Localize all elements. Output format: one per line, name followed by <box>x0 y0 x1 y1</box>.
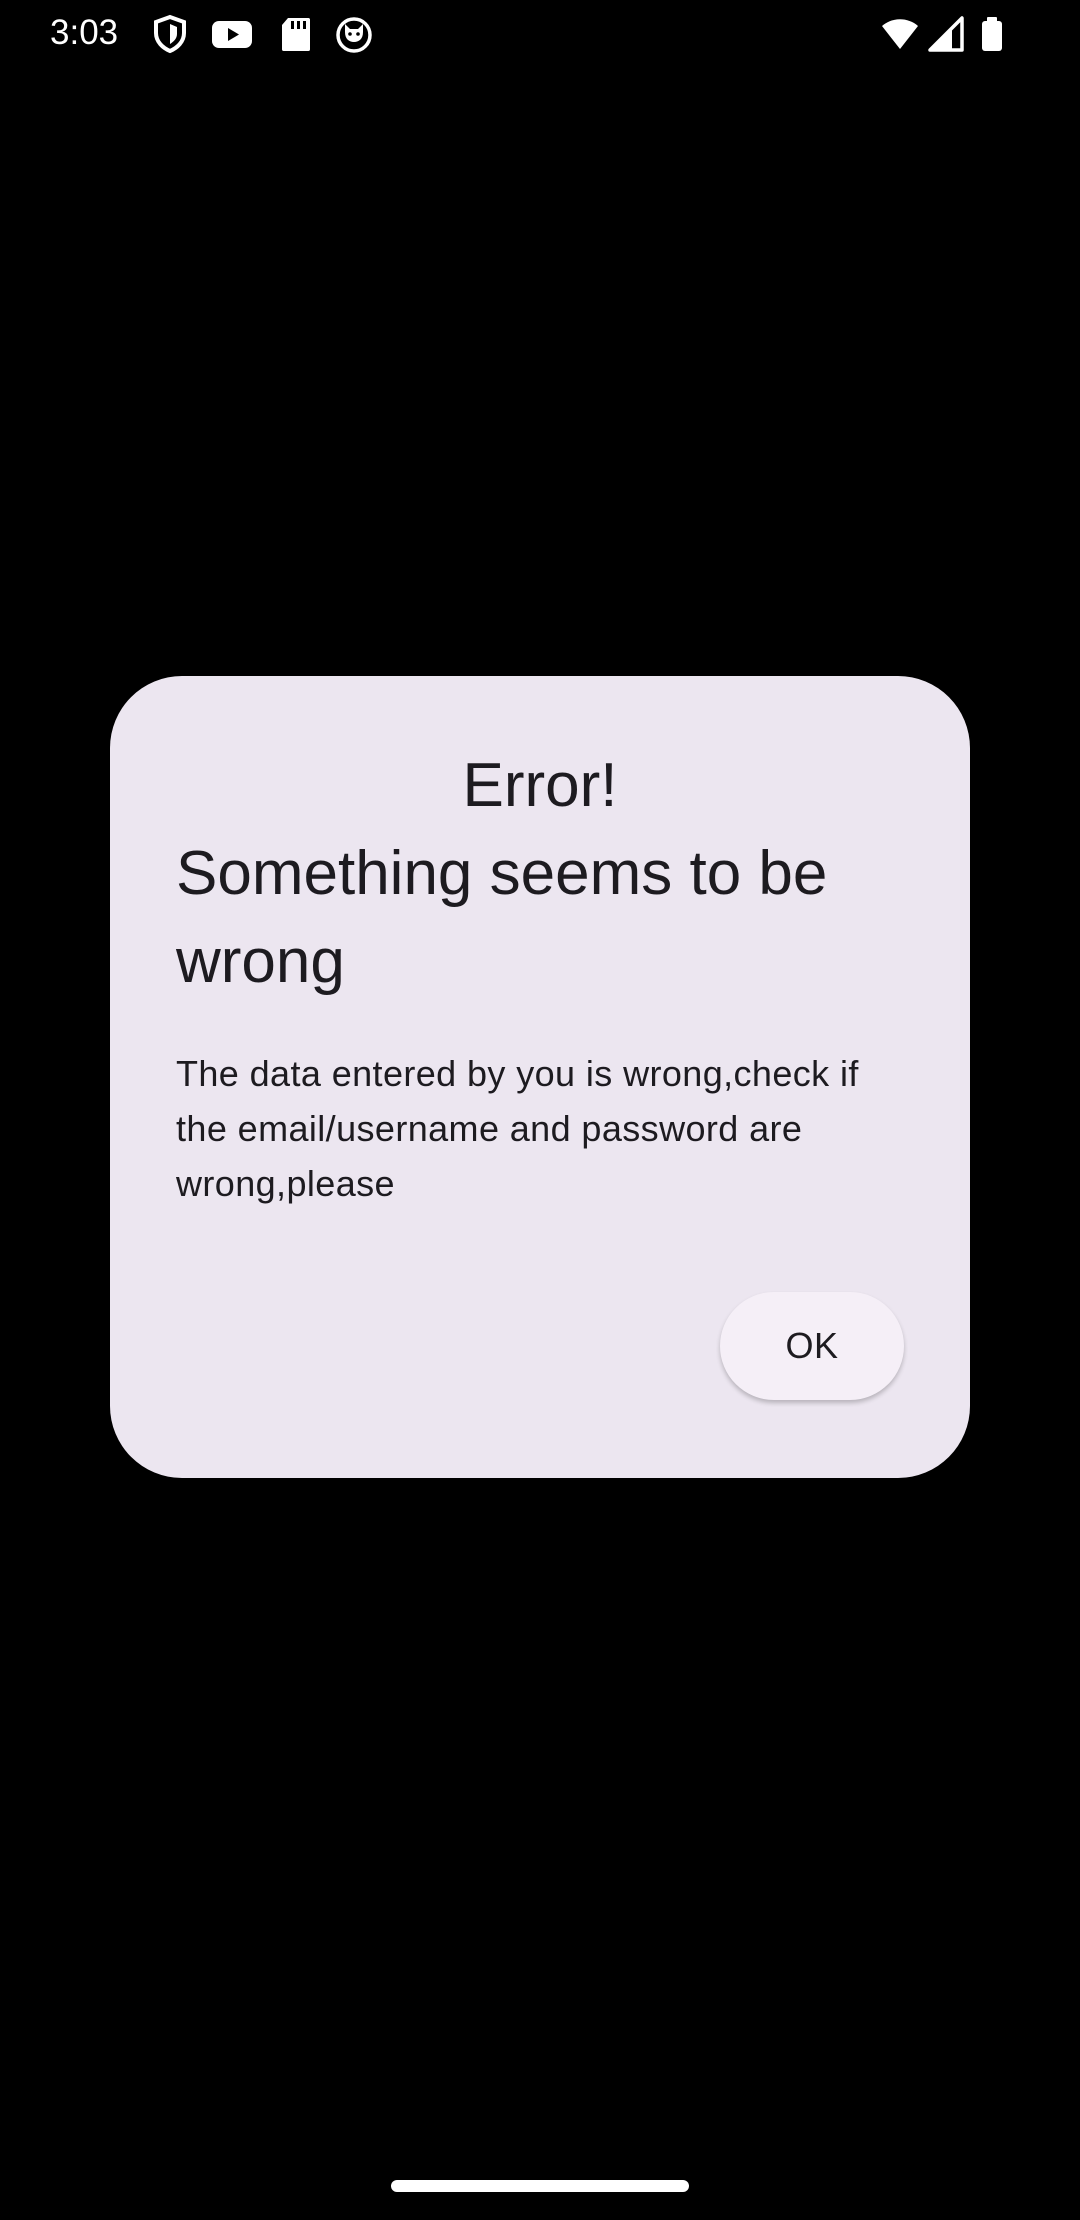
youtube-icon <box>210 14 254 54</box>
cellular-signal-icon <box>926 14 966 54</box>
sd-card-icon <box>276 14 316 54</box>
cat-face-icon <box>334 14 374 54</box>
status-bar: 3:03 <box>0 0 1080 66</box>
screen: 3:03 Error! Something seems to be wrong … <box>0 0 1080 2220</box>
dialog-title-line3: wrong <box>176 927 345 996</box>
dialog-title: Error! Something seems to be wrong <box>176 742 904 1006</box>
dialog-title-line1: Error! <box>462 751 618 820</box>
error-dialog: Error! Something seems to be wrong The d… <box>110 676 970 1478</box>
ok-button[interactable]: OK <box>720 1292 904 1400</box>
battery-icon <box>976 14 1008 54</box>
dialog-message: The data entered by you is wrong,check i… <box>176 1053 859 1204</box>
wifi-icon <box>880 14 920 54</box>
gesture-navigation-bar[interactable] <box>391 2180 689 2192</box>
dialog-title-line2: Something seems to be <box>176 839 828 908</box>
status-time: 3:03 <box>50 13 119 52</box>
shield-icon <box>150 14 190 54</box>
